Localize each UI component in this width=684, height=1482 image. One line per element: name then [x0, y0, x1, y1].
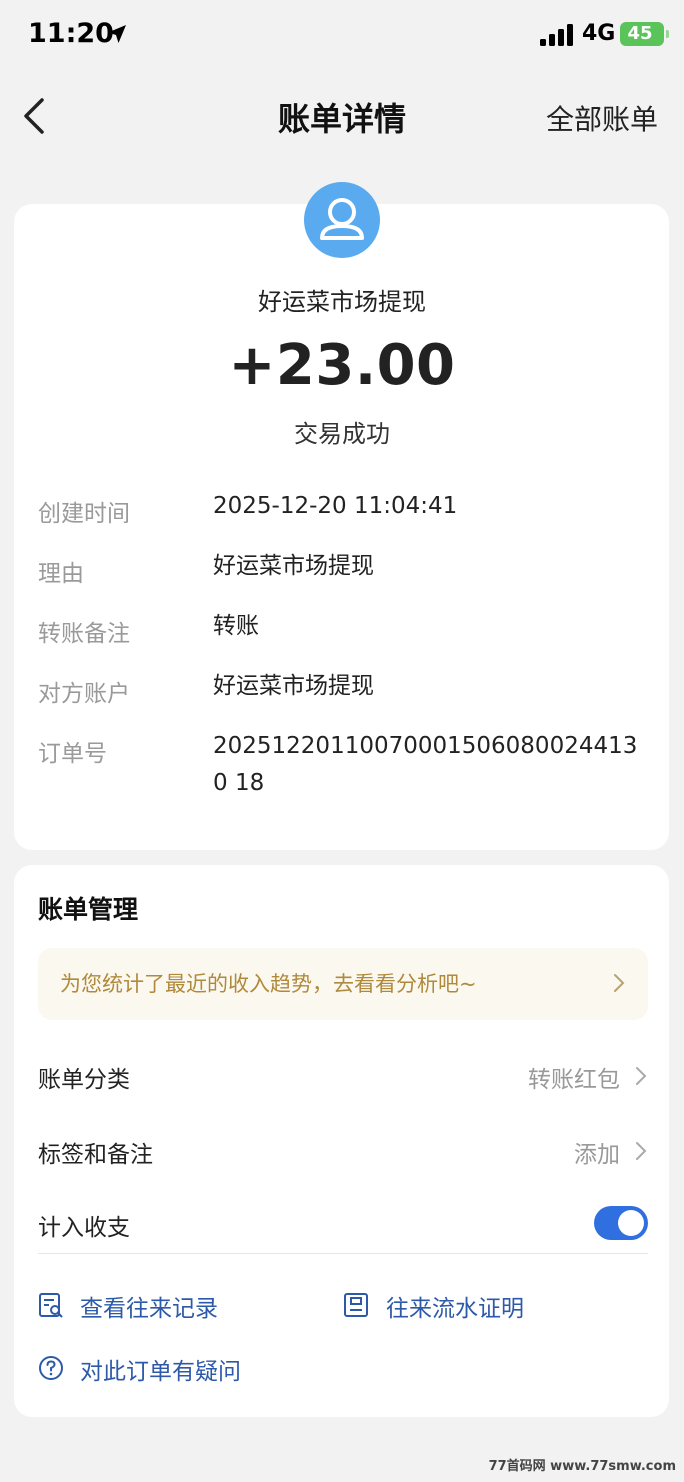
detail-value: 2025-12-20 11:04:41 — [213, 493, 458, 519]
order-question-link[interactable]: 对此订单有疑问 — [80, 1352, 241, 1386]
bill-category-value: 转账红包 — [528, 1067, 620, 1093]
status-time: 11:20 — [28, 18, 114, 49]
include-income-toggle[interactable] — [594, 1206, 648, 1240]
detail-label: 理由 — [38, 561, 84, 587]
avatar — [304, 182, 380, 258]
view-records-link[interactable]: 查看往来记录 — [80, 1289, 218, 1323]
detail-label: 订单号 — [38, 741, 107, 767]
detail-value: 好运菜市场提现 — [213, 553, 374, 579]
location-arrow-icon — [108, 25, 126, 43]
tags-notes-value: 添加 — [574, 1142, 620, 1168]
chevron-right-icon — [636, 1142, 647, 1160]
chevron-right-icon — [636, 1067, 647, 1085]
detail-label: 转账备注 — [38, 621, 130, 647]
tags-notes-row[interactable]: 标签和备注 添加 — [38, 1121, 648, 1181]
merchant-name: 好运菜市场提现 — [258, 288, 426, 316]
tip-text: 为您统计了最近的收入趋势，去看看分析吧~ — [60, 972, 477, 996]
watermark: 77首码网 www.77smw.com — [488, 1459, 676, 1474]
flow-proof-link[interactable]: 往来流水证明 — [386, 1289, 524, 1323]
detail-value: 转账 — [213, 613, 259, 639]
section-title: 账单管理 — [38, 895, 139, 924]
tags-notes-label: 标签和备注 — [38, 1142, 153, 1168]
include-income-label: 计入收支 — [38, 1215, 130, 1241]
chevron-right-icon — [614, 974, 625, 992]
detail-label: 创建时间 — [38, 501, 130, 527]
detail-label: 对方账户 — [38, 681, 130, 707]
nav-bar: 账单详情 全部账单 — [0, 80, 684, 152]
bill-category-label: 账单分类 — [38, 1067, 130, 1093]
amount: +23.00 — [228, 333, 456, 398]
transaction-status: 交易成功 — [294, 420, 390, 448]
battery-icon: 45 — [620, 22, 669, 46]
battery-level: 45 — [627, 23, 653, 44]
divider — [38, 1253, 648, 1254]
question-icon — [39, 1356, 63, 1380]
order-number: 202512201100700015060800244130 18 — [213, 733, 638, 796]
include-income-row: 计入收支 — [38, 1194, 648, 1254]
bill-category-row[interactable]: 账单分类 转账红包 — [38, 1046, 648, 1106]
cellular-signal-icon — [540, 24, 573, 46]
toggle-knob — [618, 1210, 644, 1236]
all-bills-button[interactable]: 全部账单 — [546, 98, 658, 138]
network-type: 4G — [582, 21, 616, 46]
record-search-icon — [39, 1293, 63, 1318]
detail-value: 好运菜市场提现 — [213, 673, 374, 699]
user-icon — [320, 198, 364, 240]
income-trend-tip[interactable]: 为您统计了最近的收入趋势，去看看分析吧~ — [38, 948, 648, 1020]
status-bar: 11:20 4G 45 — [0, 0, 684, 70]
document-icon — [344, 1293, 368, 1317]
